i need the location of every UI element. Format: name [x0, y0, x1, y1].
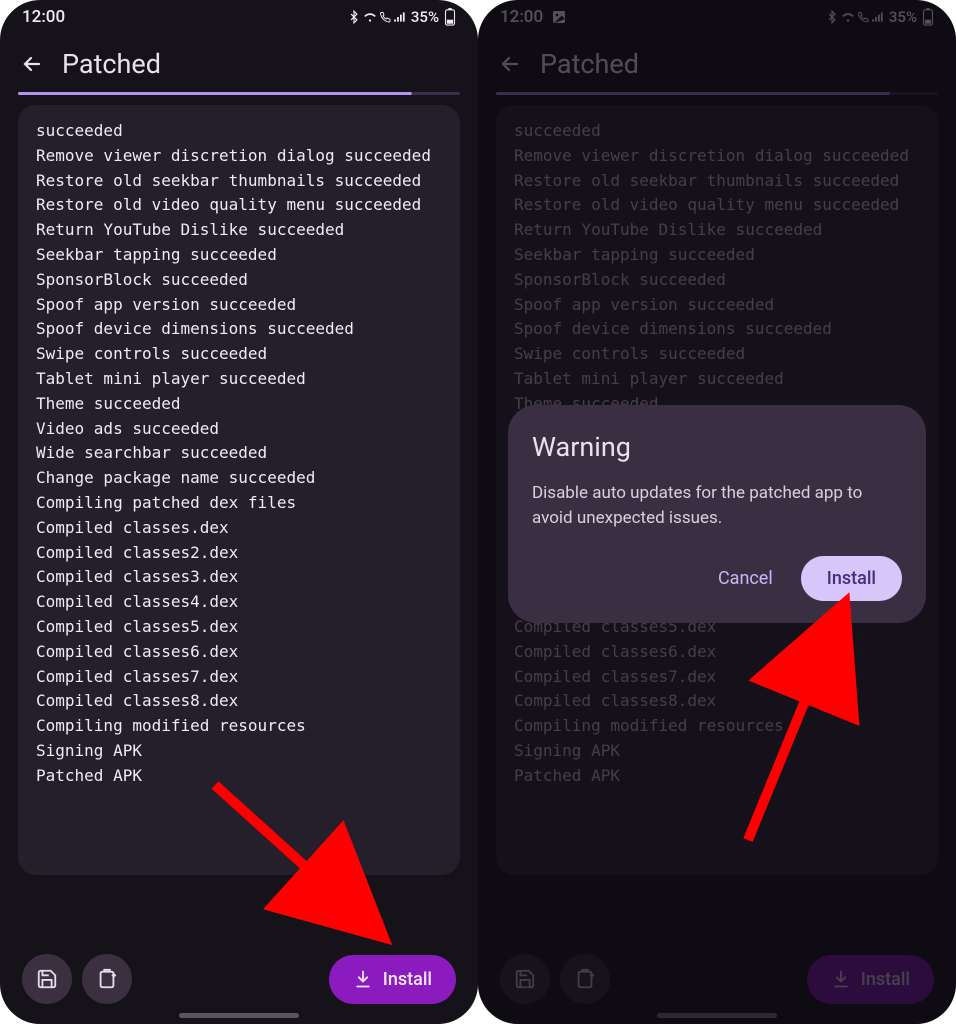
phone-screenshot-left: 12:00 35% Patched succeeded Remove viewe…: [0, 0, 478, 1024]
phone-screenshot-right: 12:00 35% Patched succeeded Remove viewe…: [478, 0, 956, 1024]
status-icons: [347, 10, 408, 24]
save-button[interactable]: [22, 954, 72, 1004]
save-icon: [36, 968, 58, 990]
warning-dialog: Warning Disable auto updates for the pat…: [508, 405, 926, 623]
clipboard-add-icon: [96, 968, 118, 990]
dialog-title: Warning: [532, 431, 902, 463]
bottom-bar: Install: [0, 954, 478, 1004]
back-button[interactable]: [20, 52, 44, 76]
nav-handle[interactable]: [179, 1013, 299, 1018]
status-bar: 12:00 35%: [0, 0, 478, 30]
copy-log-button[interactable]: [82, 954, 132, 1004]
install-label: Install: [383, 969, 432, 990]
download-icon: [353, 969, 373, 989]
signal-icon: [392, 10, 408, 24]
dialog-body: Disable auto updates for the patched app…: [532, 481, 902, 530]
install-button[interactable]: Install: [329, 955, 456, 1004]
log-panel-left[interactable]: succeeded Remove viewer discretion dialo…: [18, 105, 460, 875]
arrow-left-icon: [20, 52, 44, 76]
app-bar: Patched: [0, 30, 478, 92]
bluetooth-icon: [347, 10, 361, 24]
battery-icon: [444, 8, 456, 26]
status-time: 12:00: [22, 7, 65, 27]
battery-percent: 35%: [411, 8, 439, 26]
dialog-install-button[interactable]: Install: [801, 556, 902, 601]
wifi-call-icon: [362, 10, 378, 24]
dialog-actions: Cancel Install: [532, 556, 902, 601]
dialog-cancel-button[interactable]: Cancel: [704, 558, 787, 599]
page-title: Patched: [62, 48, 161, 80]
status-right: 35%: [347, 8, 456, 26]
phone-icon: [379, 10, 391, 24]
progress-bar: [18, 92, 460, 95]
